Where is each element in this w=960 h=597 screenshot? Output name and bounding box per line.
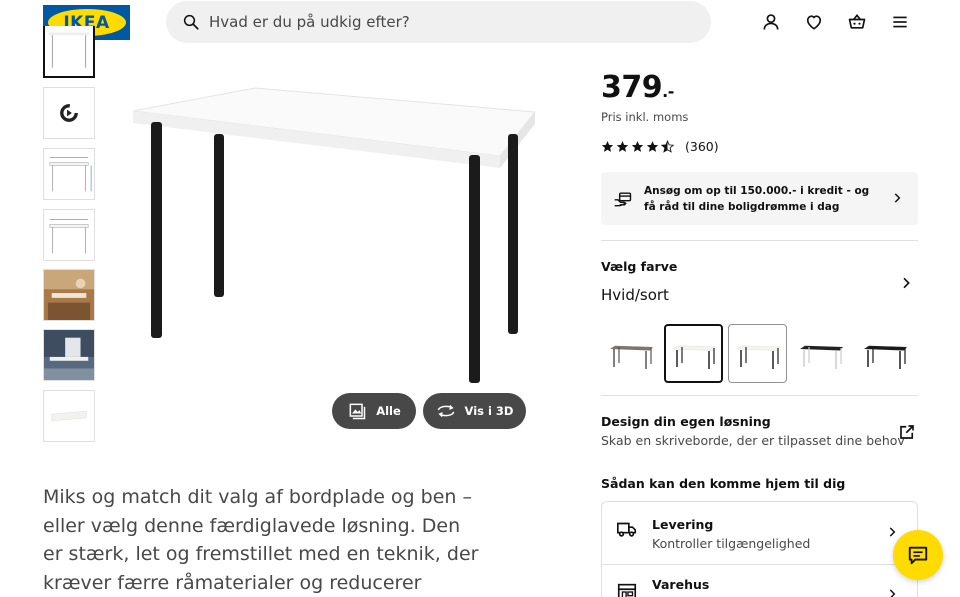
star-icon [646,141,659,152]
chat-button[interactable] [893,530,943,580]
basket-icon[interactable] [846,11,868,33]
thumbnail-room-scene-2[interactable] [43,329,95,381]
header: IKEA [0,0,960,46]
heart-icon[interactable] [803,11,825,33]
star-icon [631,141,644,152]
color-swatch-black[interactable] [855,324,914,383]
price-note: Pris inkl. moms [601,110,689,124]
chevron-right-icon [894,193,901,203]
color-swatch-white-black[interactable] [664,324,723,383]
rating[interactable]: (360) [601,139,719,154]
design-subtitle: Skab en skriveborde, der er tilpasset di… [601,433,905,448]
search-bar[interactable] [166,1,711,43]
store-icon [617,583,637,597]
delivery-row[interactable]: Levering Kontroller tilgængelighed [602,502,917,562]
review-count[interactable]: (360) [685,139,719,154]
truck-icon [617,522,637,537]
thumbnail-dimensions-2[interactable] [43,209,95,261]
credit-card-hand-icon [614,191,632,206]
thumbnail-dimensions-1[interactable] [43,148,95,200]
thumbnail-video[interactable] [43,87,95,139]
price-value: 379 [601,70,663,105]
star-half-icon [661,140,674,153]
gallery-icon [349,403,366,420]
divider [601,395,918,396]
user-icon[interactable] [760,11,782,33]
credit-text: Ansøg om op til 150.000.- i kredit - og … [644,184,870,213]
product-price: 379.- [601,70,674,105]
color-title: Vælg farve [601,259,678,274]
external-link-icon[interactable] [898,423,916,441]
desk-illustration [132,87,536,383]
store-row[interactable]: Varehus [602,565,917,597]
thumbnail-product-front[interactable] [43,26,95,78]
color-swatch-white-black-2[interactable] [728,324,787,383]
delivery-title: Sådan kan den komme hjem til dig [601,476,846,491]
view-3d-label: Vis i 3D [464,404,514,418]
product-description: Miks og match dit valg af bordplade og b… [43,486,479,594]
product-main-image [125,70,550,390]
divider [601,240,918,241]
star-icon [601,141,614,152]
credit-banner[interactable]: Ansøg om op til 150.000.- i kredit - og … [601,172,918,225]
rotate-3d-icon [437,405,454,417]
chat-icon [908,546,928,565]
all-images-button[interactable]: Alle [332,393,416,429]
search-icon [183,14,199,30]
all-images-label: Alle [376,404,401,418]
thumbnail-room-scene-1[interactable] [43,269,95,321]
color-swatch-grey[interactable] [601,324,660,383]
price-suffix: .- [662,82,674,101]
thumbnail-desktop-top[interactable] [43,390,95,442]
chevron-right-icon [889,589,896,597]
menu-icon[interactable] [889,11,911,33]
chevron-right-icon[interactable] [898,275,914,291]
delivery-row-subtitle: Kontroller tilgængelighed [652,536,811,551]
design-title[interactable]: Design din egen løsning [601,414,771,429]
color-value: Hvid/sort [601,286,669,304]
color-swatch-black-white[interactable] [791,324,850,383]
delivery-row-title: Levering [652,517,714,532]
delivery-options: Levering Kontroller tilgængelighed Vareh… [601,501,918,597]
view-3d-button[interactable]: Vis i 3D [423,393,526,429]
star-icon [616,141,629,152]
search-input[interactable] [209,13,689,31]
store-row-title: Varehus [652,577,710,592]
chevron-right-icon [889,527,896,537]
